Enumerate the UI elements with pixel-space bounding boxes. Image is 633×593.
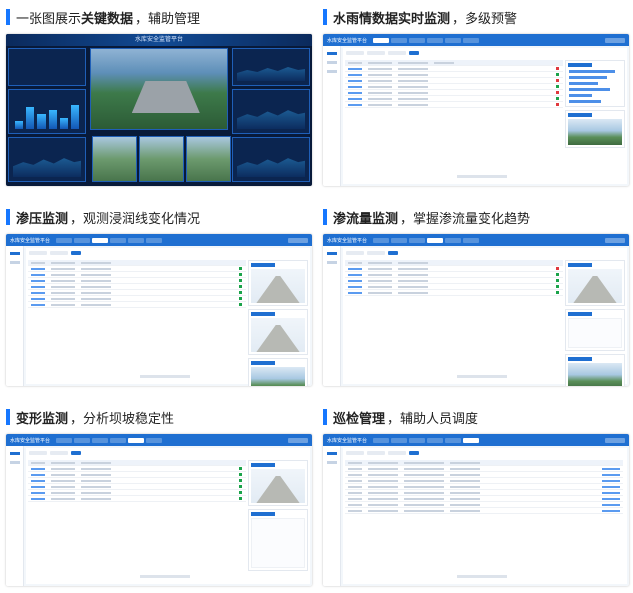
pagination[interactable] [456,175,507,178]
panel-title: 变形监测 ，分析坝坡稳定性 [6,404,312,430]
seepage-box [232,89,310,134]
screenshot-inspection: 水库安全监管平台 [323,434,629,586]
data-table [28,260,246,352]
flow-box [232,48,310,86]
panel-seepage-pressure: 渗压监测 ，观测浸润线变化情况 水库安全监管平台 [6,204,312,386]
pagination[interactable] [456,375,507,378]
dam-section-diagram [251,318,305,352]
data-table [345,260,563,352]
title-accent-bar [323,409,327,425]
thumb-1[interactable] [92,136,137,182]
dam-slope-diagram [251,469,305,503]
query-button[interactable] [388,251,398,255]
dashboard-title: 水库安全监管平台 [6,34,312,46]
reservoir-aerial-image[interactable] [90,48,228,130]
weir-diagram [568,269,622,303]
title-accent-bar [323,9,327,25]
title-accent-bar [323,209,327,225]
deform-box [232,137,310,182]
reservoir-photo [568,119,622,145]
panel-title: 渗流量监测 ，掌握渗流量变化趋势 [323,204,629,230]
panel-seepage-flow: 渗流量监测 ，掌握渗流量变化趋势 水库安全监管平台 [323,204,629,386]
query-button[interactable] [409,51,419,55]
panel-dashboard: 一张图展示 关键数据 ，辅助管理 水库安全监管平台 [6,4,312,186]
water-level-box [8,137,86,182]
dam-section-diagram [251,269,305,303]
inspection-table [345,460,623,552]
screenshot-seepage-pressure: 水库安全监管平台 [6,234,312,386]
reservoir-photo [251,367,305,386]
weather-box [8,48,86,86]
flow-trend-chart [568,318,622,348]
screenshot-dark-dashboard: 水库安全监管平台 [6,34,312,186]
screenshot-seepage-flow: 水库安全监管平台 [323,234,629,386]
panel-title: 巡检管理 ，辅助人员调度 [323,404,629,430]
displacement-chart [251,518,305,568]
query-button[interactable] [409,451,419,455]
pagination[interactable] [139,575,190,578]
screenshot-deformation: 水库安全监管平台 [6,434,312,586]
title-accent-bar [6,209,10,225]
rain-bar-box [8,89,86,134]
pagination[interactable] [456,575,507,578]
query-button[interactable] [71,451,81,455]
panel-title: 水雨情数据实时监测 ，多级预警 [323,4,629,30]
panel-inspection: 巡检管理 ，辅助人员调度 水库安全监管平台 [323,404,629,586]
data-table [345,60,563,152]
thumb-2[interactable] [139,136,184,182]
data-table [28,460,246,552]
panel-deformation: 变形监测 ，分析坝坡稳定性 水库安全监管平台 [6,404,312,586]
panel-water-rain: 水雨情数据实时监测 ，多级预警 水库安全监管平台 [323,4,629,186]
screenshot-water-rain: 水库安全监管平台 [323,34,629,186]
panel-title: 一张图展示 关键数据 ，辅助管理 [6,4,312,30]
title-accent-bar [6,409,10,425]
query-button[interactable] [71,251,81,255]
reservoir-photo [568,363,622,386]
title-accent-bar [6,9,10,25]
pagination[interactable] [139,375,190,378]
panel-title: 渗压监测 ，观测浸润线变化情况 [6,204,312,230]
thumb-3[interactable] [186,136,231,182]
